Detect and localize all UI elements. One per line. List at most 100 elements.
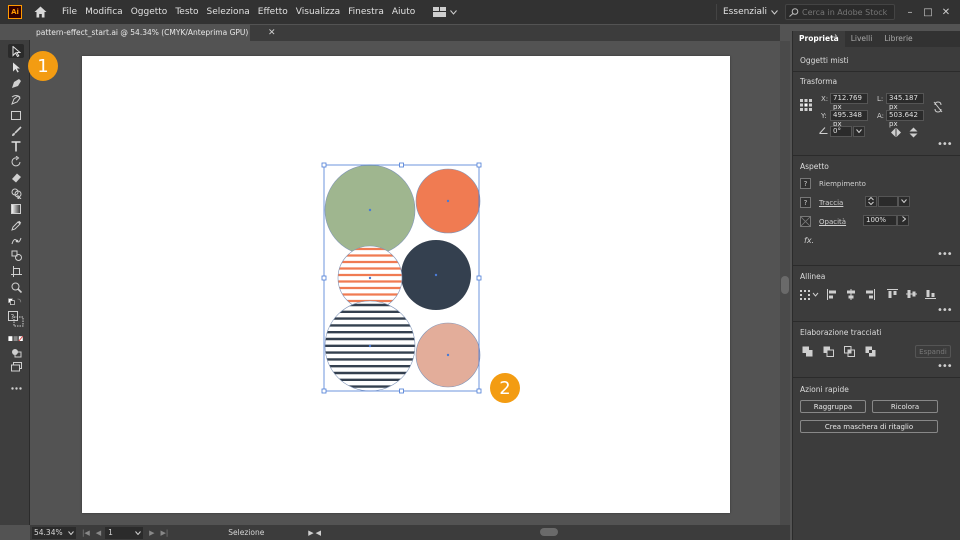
stroke-weight-dropdown[interactable] xyxy=(898,196,910,207)
artboard-tool[interactable] xyxy=(8,264,24,278)
exclude-icon[interactable] xyxy=(865,346,876,357)
maximize-button[interactable]: □ xyxy=(920,4,936,20)
pathfinder-more-icon[interactable]: ••• xyxy=(937,361,953,372)
curvature-tool[interactable] xyxy=(8,92,24,106)
puppet-warp-tool[interactable] xyxy=(8,233,24,247)
make-clipping-mask-button[interactable]: Crea maschera di ritaglio xyxy=(800,420,938,433)
tab-properties[interactable]: Proprietà xyxy=(793,31,845,47)
recolor-button[interactable]: Ricolora xyxy=(872,400,938,413)
document-tab[interactable]: pattern-effect_start.ai @ 54.34% (CMYK/A… xyxy=(30,25,250,41)
draw-mode-button[interactable] xyxy=(8,346,24,360)
x-field[interactable]: 712.769 px xyxy=(830,93,868,111)
last-artboard-icon[interactable]: ▶| xyxy=(161,529,169,537)
artboard-number-select[interactable]: 1 xyxy=(105,526,144,539)
horizontal-scroll-thumb[interactable] xyxy=(540,528,558,536)
fx-icon[interactable]: fx. xyxy=(804,236,814,245)
align-to-selection-icon[interactable] xyxy=(800,290,820,300)
constrain-proportions-icon[interactable] xyxy=(933,101,943,113)
fill-stroke-defaults[interactable] xyxy=(8,296,24,310)
edit-toolbar-button[interactable] xyxy=(8,381,24,395)
menu-help[interactable]: Aiuto xyxy=(388,0,419,24)
workspace-switcher[interactable]: Essenziali xyxy=(716,4,784,20)
align-vertical-center-icon[interactable] xyxy=(906,289,917,299)
opacity-label[interactable]: Opacità xyxy=(819,218,846,226)
fill-swatch-icon[interactable]: ? xyxy=(800,178,811,189)
arrange-documents-button[interactable] xyxy=(433,7,458,17)
appearance-more-icon[interactable]: ••• xyxy=(937,249,953,260)
rectangle-tool[interactable] xyxy=(8,108,24,122)
flip-vertical-icon[interactable] xyxy=(909,127,918,138)
align-left-icon[interactable] xyxy=(827,289,837,300)
flip-horizontal-icon[interactable] xyxy=(890,128,902,137)
paintbrush-tool[interactable] xyxy=(8,124,24,138)
menu-view[interactable]: Visualizza xyxy=(292,0,344,24)
group-button[interactable]: Raggruppa xyxy=(800,400,866,413)
zoom-select[interactable]: 54.34% xyxy=(32,526,76,539)
menu-select[interactable]: Seleziona xyxy=(203,0,254,24)
tab-layers[interactable]: Livelli xyxy=(845,31,879,47)
type-tool[interactable] xyxy=(8,139,24,153)
opacity-arrow-button[interactable] xyxy=(897,215,909,226)
align-right-icon[interactable] xyxy=(865,289,875,300)
gradient-tool[interactable] xyxy=(8,202,24,216)
panel-tabs: Proprietà Livelli Librerie xyxy=(793,31,960,47)
opacity-field[interactable]: 100% xyxy=(863,215,897,226)
close-button[interactable]: ✕ xyxy=(938,4,954,20)
eyedropper-icon xyxy=(10,220,21,231)
next-artboard-icon[interactable]: ▶ xyxy=(149,529,154,537)
eyedropper-tool[interactable] xyxy=(8,218,24,232)
width-field[interactable]: 345.187 px xyxy=(886,93,924,111)
menu-type[interactable]: Testo xyxy=(171,0,202,24)
stock-search[interactable] xyxy=(785,4,895,20)
vertical-scrollbar[interactable] xyxy=(780,41,790,525)
fill-stroke-swatches[interactable]: ? xyxy=(8,311,24,327)
angle-field[interactable]: 0° xyxy=(830,126,852,137)
selection-tool[interactable] xyxy=(8,44,24,58)
rotate-tool[interactable] xyxy=(8,154,24,168)
vertical-scroll-thumb[interactable] xyxy=(781,276,789,294)
minus-front-icon[interactable] xyxy=(823,346,834,357)
artboard[interactable] xyxy=(82,56,730,513)
menu-effect[interactable]: Effetto xyxy=(254,0,292,24)
status-mode[interactable]: Selezione xyxy=(228,528,308,537)
live-paint-tool[interactable] xyxy=(8,248,24,262)
align-bottom-icon[interactable] xyxy=(925,289,936,299)
y-field[interactable]: 495.348 px xyxy=(830,110,868,128)
screen-mode-button[interactable] xyxy=(8,360,24,374)
menu-file[interactable]: File xyxy=(58,0,81,24)
angle-dropdown[interactable] xyxy=(853,126,865,137)
stepper-icon xyxy=(868,196,874,206)
expand-button[interactable]: Espandi xyxy=(915,345,951,358)
align-horizontal-center-icon[interactable] xyxy=(846,289,856,300)
tab-close-button[interactable]: ✕ xyxy=(268,25,276,41)
height-field[interactable]: 503.642 px xyxy=(886,110,924,128)
eraser-tool[interactable] xyxy=(8,170,24,184)
zoom-tool[interactable] xyxy=(8,280,24,294)
shape-builder-tool[interactable] xyxy=(8,186,24,200)
search-input[interactable] xyxy=(802,7,892,17)
stroke-weight-field[interactable] xyxy=(878,196,898,207)
stroke-label[interactable]: Traccia xyxy=(819,199,843,207)
align-more-icon[interactable]: ••• xyxy=(937,305,953,316)
align-top-icon[interactable] xyxy=(887,289,898,299)
minimize-button[interactable]: – xyxy=(902,4,918,20)
intersect-icon[interactable] xyxy=(844,346,855,357)
stroke-swatch-icon[interactable]: ? xyxy=(800,197,811,208)
unite-icon[interactable] xyxy=(802,346,813,357)
home-button[interactable] xyxy=(32,4,48,20)
transform-more-icon[interactable]: ••• xyxy=(937,139,953,150)
stroke-weight-stepper[interactable] xyxy=(865,196,877,207)
horizontal-scrollbar[interactable] xyxy=(310,527,780,537)
reference-point-icon[interactable] xyxy=(800,99,812,111)
fill-label[interactable]: Riempimento xyxy=(819,180,866,188)
pen-tool[interactable] xyxy=(8,76,24,90)
previous-artboard-icon[interactable]: ◀ xyxy=(96,529,101,537)
color-mode-buttons[interactable] xyxy=(8,332,24,346)
direct-selection-tool[interactable] xyxy=(8,60,24,74)
tab-libraries[interactable]: Librerie xyxy=(878,31,918,47)
menu-object[interactable]: Oggetto xyxy=(127,0,172,24)
menu-edit[interactable]: Modifica xyxy=(81,0,127,24)
menu-window[interactable]: Finestra xyxy=(344,0,388,24)
first-artboard-icon[interactable]: |◀ xyxy=(82,529,90,537)
artwork[interactable] xyxy=(82,56,730,513)
